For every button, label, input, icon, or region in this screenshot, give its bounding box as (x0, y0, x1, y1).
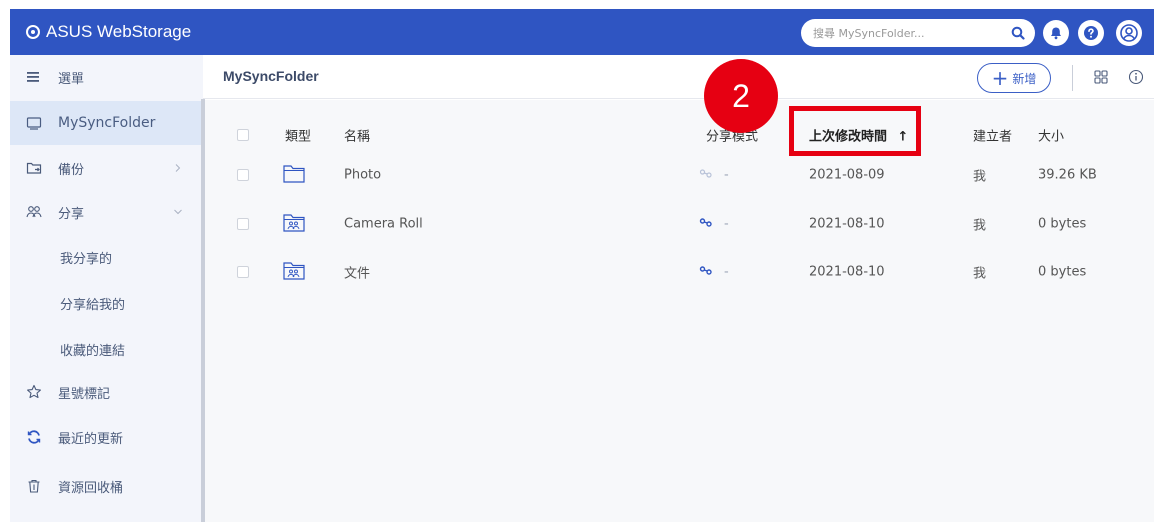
chevron-down-icon (173, 206, 183, 216)
menu-label: 選單 (58, 71, 85, 87)
share-link-icon[interactable] (699, 265, 713, 280)
refresh-icon (26, 429, 42, 445)
search-input[interactable] (813, 26, 993, 40)
star-icon (26, 384, 42, 400)
annotation-step-badge: 2 (704, 59, 778, 133)
sidebar-item-saved-links[interactable]: 收藏的連結 (10, 327, 203, 371)
monitor-icon (26, 115, 42, 131)
file-name[interactable]: Photo (344, 168, 381, 183)
file-size: 0 bytes (1038, 216, 1087, 232)
share-mode: - (724, 216, 729, 232)
table-row[interactable]: Camera Roll - 2021-08-10 我 0 bytes (205, 200, 1154, 248)
sidebar-item-mysyncfolder[interactable]: MySyncFolder (10, 101, 203, 145)
sidebar-item-share[interactable]: 分享 (10, 190, 203, 234)
sidebar-item-recent[interactable]: 最近的更新 (10, 415, 203, 459)
sidebar-item-label: 星號標記 (58, 386, 111, 402)
breadcrumb[interactable]: MySyncFolder (223, 68, 319, 84)
search-box[interactable] (801, 19, 1035, 47)
search-icon[interactable] (1009, 24, 1027, 42)
sidebar-menu-toggle[interactable]: 選單 (10, 55, 203, 99)
column-name[interactable]: 名稱 (344, 126, 370, 145)
help-icon[interactable] (1078, 20, 1104, 46)
plus-icon: + (991, 66, 1009, 90)
share-link-icon[interactable] (699, 217, 713, 232)
creator: 我 (973, 266, 987, 282)
sidebar-item-label: 分享給我的 (60, 297, 126, 313)
table-row[interactable]: 文件 - 2021-08-10 我 0 bytes (205, 248, 1154, 296)
add-button[interactable]: + 新增 (977, 63, 1051, 93)
column-size[interactable]: 大小 (1038, 126, 1064, 145)
file-name[interactable]: 文件 (344, 263, 370, 282)
trash-icon (26, 478, 42, 494)
info-icon[interactable] (1128, 69, 1144, 85)
content-header: MySyncFolder + 新增 (203, 55, 1154, 99)
top-bar: ASUS WebStorage (10, 9, 1154, 55)
divider (1072, 65, 1073, 91)
share-mode: - (724, 264, 729, 280)
file-name[interactable]: Camera Roll (344, 217, 423, 232)
modified-date: 2021-08-09 (809, 167, 885, 183)
user-icon[interactable] (1116, 20, 1142, 46)
sidebar-item-starred[interactable]: 星號標記 (10, 370, 203, 414)
app-title: ASUS WebStorage (46, 22, 192, 41)
people-icon (26, 204, 42, 220)
column-type[interactable]: 類型 (285, 126, 311, 145)
hamburger-icon (26, 69, 42, 85)
folder-icon (283, 163, 305, 187)
backup-folder-icon (26, 160, 42, 176)
add-button-label: 新增 (1012, 71, 1037, 86)
bell-icon[interactable] (1043, 20, 1069, 46)
file-list: 類型 名稱 分享模式 上次修改時間 ↑ 建立者 大小 Photo - 2021-… (205, 100, 1154, 522)
sidebar-item-label: MySyncFolder (58, 115, 156, 131)
sidebar: 選單 MySyncFolder 備份 分享 我分享的 分享給我的 收藏的連結 星… (10, 55, 203, 522)
modified-date: 2021-08-10 (809, 216, 885, 232)
share-link-icon[interactable] (699, 168, 713, 183)
brand[interactable]: ASUS WebStorage (26, 22, 191, 42)
select-all-checkbox[interactable] (237, 129, 249, 141)
share-mode: - (724, 167, 729, 183)
sidebar-item-label: 資源回收桶 (58, 480, 124, 496)
shared-folder-icon (283, 212, 305, 236)
sidebar-item-label: 分享 (58, 206, 85, 222)
sidebar-item-label: 最近的更新 (58, 431, 124, 447)
row-checkbox[interactable] (237, 266, 249, 278)
sidebar-item-shared-with-me[interactable]: 分享給我的 (10, 281, 203, 325)
asus-logo-icon (26, 25, 40, 39)
row-checkbox[interactable] (237, 169, 249, 181)
modified-date: 2021-08-10 (809, 264, 885, 280)
creator: 我 (973, 218, 987, 234)
column-creator[interactable]: 建立者 (973, 126, 1012, 145)
sidebar-item-label: 備份 (58, 162, 85, 178)
file-size: 0 bytes (1038, 264, 1087, 280)
sidebar-item-label: 收藏的連結 (60, 343, 126, 359)
sidebar-item-label: 我分享的 (60, 251, 113, 267)
sidebar-item-my-shares[interactable]: 我分享的 (10, 235, 203, 279)
chevron-right-icon (173, 162, 183, 172)
annotation-highlight-box (789, 106, 921, 156)
shared-folder-icon (283, 260, 305, 284)
table-row[interactable]: Photo - 2021-08-09 我 39.26 KB (205, 151, 1154, 199)
sidebar-item-backup[interactable]: 備份 (10, 146, 203, 190)
row-checkbox[interactable] (237, 218, 249, 230)
creator: 我 (973, 169, 987, 185)
grid-view-icon[interactable] (1093, 69, 1109, 85)
sidebar-item-trash[interactable]: 資源回收桶 (10, 464, 203, 508)
file-size: 39.26 KB (1038, 167, 1097, 183)
